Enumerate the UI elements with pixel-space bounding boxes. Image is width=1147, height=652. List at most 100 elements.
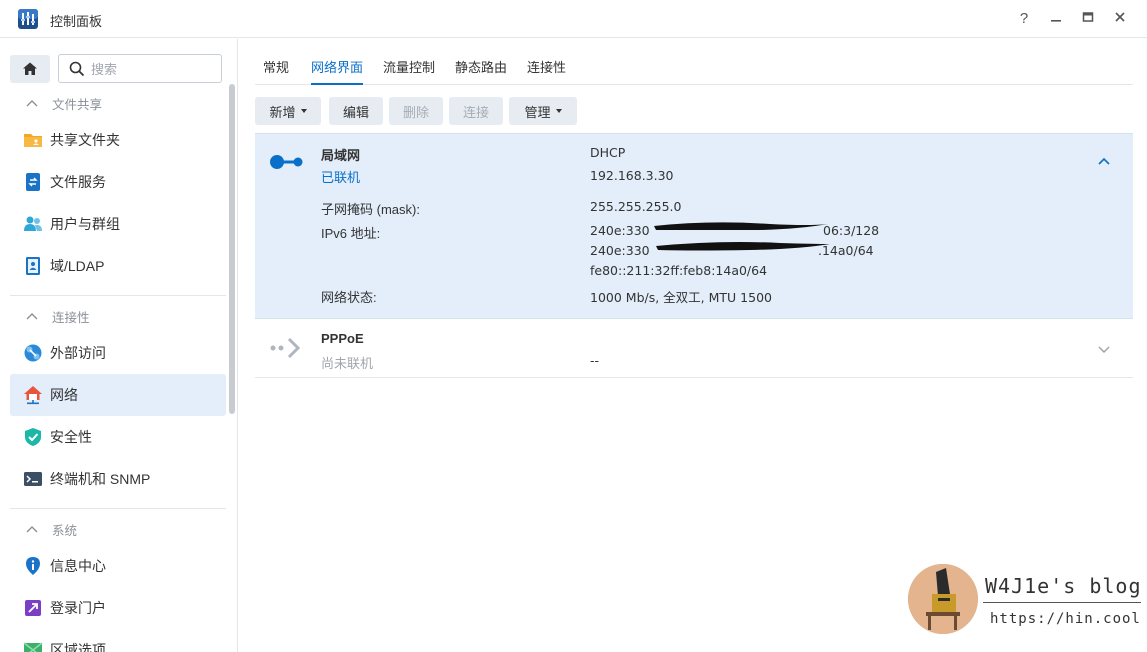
chevron-up-icon [26,313,38,320]
sidebar-item-label: 域/LDAP [50,258,105,274]
watermark-divider [983,602,1141,603]
home-button[interactable] [10,55,50,83]
interface-status: 已联机 [321,170,361,185]
sidebar-item-domain-ldap[interactable]: 域/LDAP [10,245,226,287]
sidebar-item-network[interactable]: 网络 [10,374,226,416]
interface-row-pppoe[interactable]: PPPoE 尚未联机 -- [255,320,1133,378]
connected-interface-icon [270,155,303,169]
sidebar-item-label: 终端机和 SNMP [50,471,151,487]
sidebar-item-security[interactable]: 安全性 [10,416,226,458]
chevron-down-icon[interactable] [1098,346,1110,354]
search-icon [69,61,85,77]
interface-status: 尚未联机 [321,356,374,371]
title-bar: 控制面板 ? [0,0,1147,38]
sidebar-item-label: 文件服务 [50,174,106,190]
tab-static-route[interactable]: 静态路由 [455,57,507,85]
sidebar-item-terminal-snmp[interactable]: 终端机和 SNMP [10,458,226,500]
interface-name: 局域网 [321,148,361,163]
info-icon [26,557,40,575]
group-label: 文件共享 [52,97,103,112]
interface-row-lan[interactable]: 局域网 已联机 DHCP 192.168.3.30 子网掩码 (mask): 2… [255,133,1133,319]
ip-address: 192.168.3.30 [590,168,674,183]
group-header-connectivity[interactable]: 连接性 [26,306,90,326]
subnet-mask-value: 255.255.255.0 [590,199,682,214]
sidebar-item-label: 安全性 [50,429,92,445]
tab-network-interface[interactable]: 网络界面 [311,57,364,85]
create-button[interactable]: 新增 [255,97,321,125]
close-button[interactable] [1110,9,1130,29]
sidebar-item-regional-options[interactable]: 区域选项 [10,629,226,652]
sidebar-item-label: 信息中心 [50,558,106,574]
group-divider [10,295,226,296]
search-input[interactable] [91,60,216,78]
terminal-icon [24,472,42,486]
external-access-icon [24,344,42,362]
main-panel: 常规 网络界面 流量控制 静态路由 连接性 新增 编辑 删除 连接 管理 局域网… [239,39,1147,652]
sidebar-item-label: 用户与群组 [50,216,120,232]
tab-general[interactable]: 常规 [263,57,289,85]
group-label: 连接性 [52,310,90,325]
login-portal-icon [25,600,41,616]
interface-name: PPPoE [321,331,364,346]
group-header-system[interactable]: 系统 [26,519,77,539]
sidebar-item-login-portal[interactable]: 登录门户 [10,587,226,629]
users-group-icon [24,216,42,231]
group-header-file-sharing[interactable]: 文件共享 [26,93,102,113]
avatar-illustration [908,564,978,634]
close-icon [1115,12,1125,22]
regional-options-icon [23,642,43,652]
sidebar-item-label: 网络 [50,387,78,403]
search-box[interactable] [58,54,222,83]
watermark-avatar [908,564,978,634]
sidebar-item-info-center[interactable]: 信息中心 [10,545,226,587]
chevron-up-icon [26,100,38,107]
domain-ldap-icon [26,257,40,275]
sidebar-item-shared-folder[interactable]: 共享文件夹 [10,119,226,161]
network-house-icon [24,386,42,405]
redaction-scribble [654,222,830,251]
sidebar-item-users-groups[interactable]: 用户与群组 [10,203,226,245]
connect-button-label: 连接 [462,104,489,120]
control-panel-app-icon [18,9,38,29]
sidebar-item-label: 外部访问 [50,345,106,361]
delete-button[interactable]: 删除 [389,97,443,125]
tab-connectivity[interactable]: 连接性 [527,57,566,85]
disconnected-interface-icon [270,337,301,359]
sidebar-item-label: 区域选项 [50,642,106,652]
subnet-mask-label: 子网掩码 (mask): [321,202,420,217]
ipv6-label: IPv6 地址: [321,226,381,241]
manage-button-label: 管理 [524,104,551,120]
network-status-label: 网络状态: [321,290,377,305]
ip-mode: DHCP [590,145,626,160]
connect-button[interactable]: 连接 [449,97,503,125]
ipv6-address-2-prefix: 240e:330 [590,243,650,258]
network-status-value: 1000 Mb/s, 全双工, MTU 1500 [590,290,772,305]
sidebar-scrollbar[interactable] [229,84,235,414]
delete-button-label: 删除 [402,104,429,120]
maximize-button[interactable] [1078,9,1098,29]
minimize-button[interactable] [1046,9,1066,29]
file-services-icon [26,173,40,191]
sidebar-item-file-services[interactable]: 文件服务 [10,161,226,203]
watermark-url: https://hin.cool [990,611,1141,627]
ip-address: -- [590,353,600,368]
sidebar: 文件共享 共享文件夹 文件服务 用户与群组 域/LDAP 连接性 外部访问 网络… [0,39,238,652]
maximize-icon [1082,12,1094,22]
ipv6-address-1-prefix: 240e:330 [590,223,650,238]
manage-button[interactable]: 管理 [509,97,577,125]
create-button-label: 新增 [269,104,296,120]
edit-button[interactable]: 编辑 [329,97,383,125]
watermark-title: W4J1e's blog [985,574,1142,598]
sidebar-item-external-access[interactable]: 外部访问 [10,332,226,374]
ipv6-address-3: fe80::211:32ff:feb8:14a0/64 [590,263,768,278]
minimize-icon [1051,20,1061,22]
window-title: 控制面板 [50,14,103,29]
sidebar-item-label: 共享文件夹 [50,132,120,148]
chevron-up-icon[interactable] [1098,157,1110,165]
edit-button-label: 编辑 [342,104,369,120]
help-button[interactable]: ? [1014,9,1034,29]
sidebar-item-label: 登录门户 [50,600,106,616]
caret-down-icon [555,109,562,113]
security-shield-icon [25,428,41,446]
tab-traffic-control[interactable]: 流量控制 [383,57,435,85]
